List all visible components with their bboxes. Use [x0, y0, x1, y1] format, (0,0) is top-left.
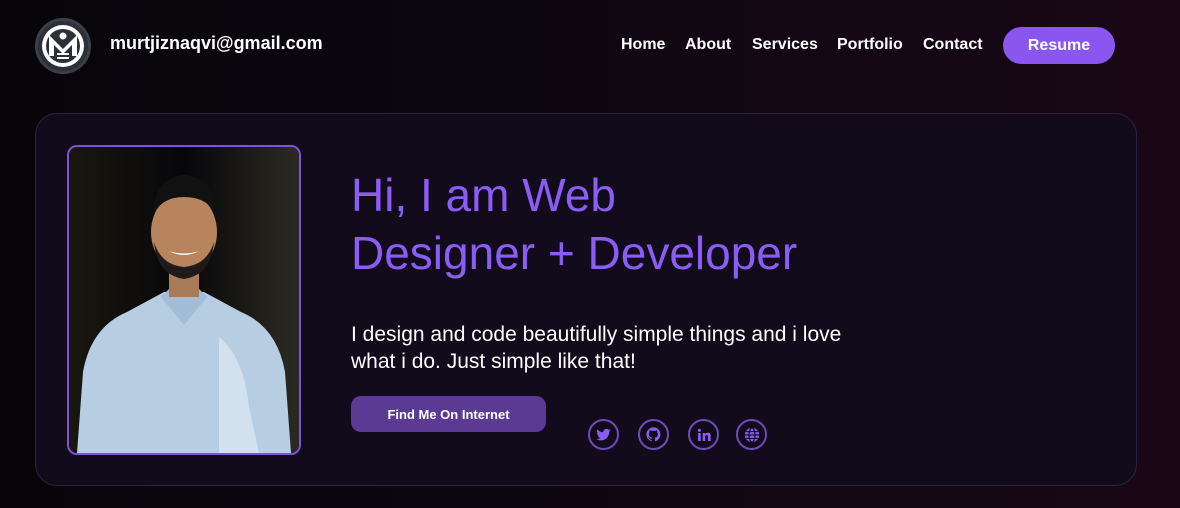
twitter-icon[interactable]	[588, 419, 619, 450]
globe-icon[interactable]	[736, 419, 767, 450]
intro-line-1: I design and code beautifully simple thi…	[351, 323, 842, 346]
nav-services[interactable]: Services	[752, 36, 818, 54]
resume-button[interactable]: Resume	[1003, 27, 1115, 64]
nav-contact[interactable]: Contact	[923, 36, 983, 54]
hero-card: Hi, I am Web Designer + Developer I desi…	[35, 113, 1137, 486]
profile-photo	[67, 145, 301, 455]
nav-portfolio[interactable]: Portfolio	[837, 36, 903, 54]
site-header: murtjiznaqvi@gmail.com Home About Servic…	[0, 0, 1180, 90]
hero-intro: I design and code beautifully simple thi…	[351, 321, 891, 375]
nav-home[interactable]: Home	[621, 36, 665, 54]
github-icon[interactable]	[638, 419, 669, 450]
find-me-button[interactable]: Find Me On Internet	[351, 396, 546, 432]
email-address: murtjiznaqvi@gmail.com	[110, 33, 323, 53]
headline-line-1: Hi, I am Web	[351, 169, 616, 221]
logo-icon[interactable]	[35, 18, 91, 74]
headline-line-2: Designer + Developer	[351, 227, 798, 279]
hero-headline: Hi, I am Web Designer + Developer	[351, 166, 797, 282]
intro-line-2: what i do. Just simple like that!	[351, 350, 636, 373]
nav-about[interactable]: About	[685, 36, 731, 54]
linkedin-icon[interactable]	[688, 419, 719, 450]
